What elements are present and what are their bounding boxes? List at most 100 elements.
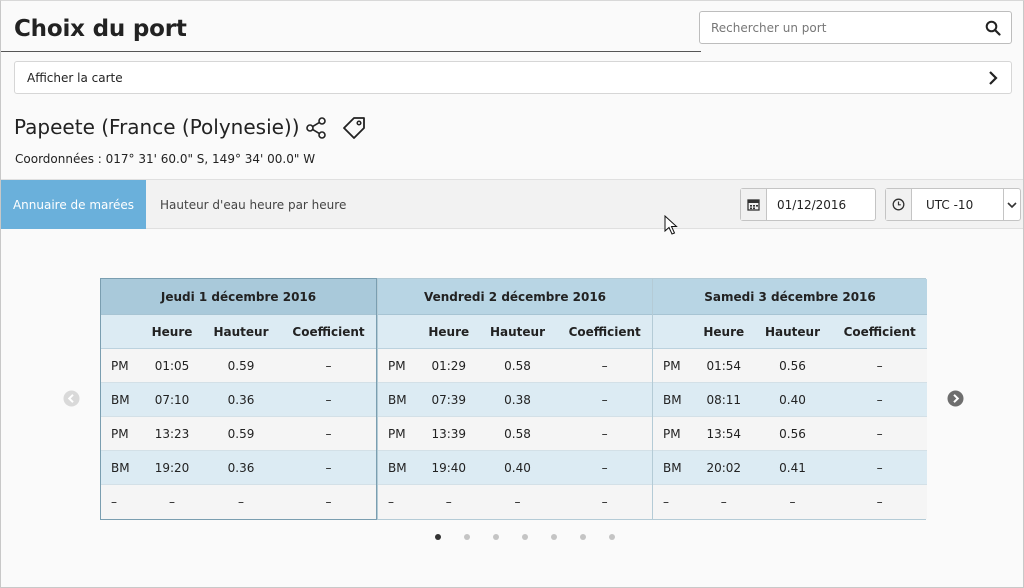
clock-icon-box <box>886 189 912 220</box>
tide-row: PM 01:05 0.59 – <box>101 349 376 383</box>
day-column: Jeudi 1 décembre 2016 Heure Hauteur Coef… <box>100 278 377 520</box>
date-picker[interactable]: 01/12/2016 <box>740 188 876 221</box>
carousel-prev-button[interactable] <box>63 390 80 407</box>
date-field[interactable]: 01/12/2016 <box>767 189 875 220</box>
tide-height: 0.40 <box>504 460 531 475</box>
tide-height: 0.56 <box>779 426 806 441</box>
tide-height: – <box>514 495 521 509</box>
tab-tide-yearbook[interactable]: Annuaire de marées <box>1 180 146 229</box>
tide-height: 0.58 <box>504 358 531 373</box>
tide-coef: – <box>325 426 332 441</box>
tide-time: 20:02 <box>706 460 742 475</box>
tide-row: – – – – <box>378 485 652 519</box>
tide-time: 07:39 <box>431 392 467 407</box>
tide-type: – <box>663 495 669 509</box>
mouse-cursor-icon <box>664 215 678 235</box>
tide-height: 0.59 <box>227 426 255 441</box>
timezone-value[interactable]: UTC -10 <box>912 189 1003 220</box>
pagination-dot[interactable] <box>493 534 499 540</box>
tide-time: – <box>169 495 175 509</box>
col-coef-header: Coefficient <box>843 324 916 339</box>
column-headers: Heure Hauteur Coefficient <box>653 315 927 349</box>
tide-row: BM 08:11 0.40 – <box>653 383 927 417</box>
pagination-dot[interactable] <box>464 534 470 540</box>
col-coef-header: Coefficient <box>568 324 641 339</box>
tide-coef: – <box>601 426 608 441</box>
show-map-toggle[interactable]: Afficher la carte <box>14 61 1012 94</box>
day-header: Vendredi 2 décembre 2016 <box>378 279 652 315</box>
tide-type: BM <box>663 392 682 407</box>
tide-time: 19:20 <box>154 460 190 475</box>
tide-table: Jeudi 1 décembre 2016 Heure Hauteur Coef… <box>100 278 927 520</box>
column-headers: Heure Hauteur Coefficient <box>378 315 652 349</box>
port-name: Papeete (France (Polynesie)) <box>14 115 300 139</box>
col-coef-header: Coefficient <box>292 324 365 339</box>
tide-row: PM 13:54 0.56 – <box>653 417 927 451</box>
tide-row: PM 13:39 0.58 – <box>378 417 652 451</box>
page-frame: Choix du port Afficher la carte Papeete … <box>0 0 1024 588</box>
col-time-header: Heure <box>428 324 470 339</box>
tide-type: BM <box>388 460 407 475</box>
tide-time: 01:29 <box>431 358 467 373</box>
search-icon[interactable] <box>985 20 1001 36</box>
tide-coef: – <box>325 358 332 373</box>
tide-time: 08:11 <box>706 392 742 407</box>
tab-hourly-water-height[interactable]: Hauteur d'eau heure par heure <box>160 180 346 229</box>
column-headers: Heure Hauteur Coefficient <box>101 315 376 349</box>
tide-row: – – – – <box>101 485 376 519</box>
col-height-header: Hauteur <box>489 324 546 339</box>
tide-type: PM <box>111 426 129 441</box>
day-column: Samedi 3 décembre 2016 Heure Hauteur Coe… <box>652 279 927 519</box>
port-coordinates: Coordonnées : 017° 31' 60.0" S, 149° 34'… <box>15 152 316 166</box>
tide-type: BM <box>111 392 130 407</box>
tide-time: 01:54 <box>706 358 742 373</box>
tide-row: BM 19:40 0.40 – <box>378 451 652 485</box>
tide-time: 13:54 <box>706 426 742 441</box>
pagination-dot[interactable] <box>522 534 528 540</box>
tide-row: BM 07:39 0.38 – <box>378 383 652 417</box>
pagination-dot[interactable] <box>435 534 441 540</box>
tide-height: 0.41 <box>779 460 806 475</box>
calendar-icon <box>747 199 760 211</box>
tide-type: – <box>388 495 394 509</box>
tide-coef: – <box>876 426 883 441</box>
title-divider <box>1 51 701 52</box>
tide-time: 19:40 <box>431 460 467 475</box>
col-time-header: Heure <box>703 324 745 339</box>
pagination-dot[interactable] <box>609 534 615 540</box>
day-header: Jeudi 1 décembre 2016 <box>101 279 376 315</box>
col-height-header: Hauteur <box>213 324 269 339</box>
day-header: Samedi 3 décembre 2016 <box>653 279 927 315</box>
timezone-select[interactable]: UTC -10 <box>885 188 1021 221</box>
tide-time: 13:39 <box>431 426 467 441</box>
tide-coef: – <box>325 495 332 509</box>
tide-type: BM <box>663 460 682 475</box>
port-search[interactable] <box>699 11 1012 44</box>
tide-type: BM <box>111 460 130 475</box>
search-input[interactable] <box>700 12 970 43</box>
chevron-down-icon[interactable] <box>1003 189 1020 220</box>
tide-height: 0.38 <box>504 392 531 407</box>
tide-coef: – <box>876 358 883 373</box>
tide-time: – <box>445 495 452 509</box>
calendar-icon-box[interactable] <box>741 189 767 220</box>
tide-height: 0.36 <box>227 460 255 475</box>
tide-coef: – <box>601 358 608 373</box>
tide-type: PM <box>663 426 681 441</box>
tide-coef: – <box>601 495 608 509</box>
pagination-dot[interactable] <box>580 534 586 540</box>
tag-icon[interactable] <box>341 116 367 140</box>
pagination-dot[interactable] <box>551 534 557 540</box>
tide-type: BM <box>388 392 407 407</box>
tide-height: – <box>238 495 244 509</box>
tide-height: 0.56 <box>779 358 806 373</box>
carousel-pagination <box>435 534 638 540</box>
page-title: Choix du port <box>14 16 187 42</box>
share-icon[interactable] <box>304 116 328 140</box>
tide-time: 01:05 <box>154 358 190 373</box>
tide-height: – <box>789 495 796 509</box>
tide-type: PM <box>388 358 406 373</box>
tide-type: – <box>111 495 117 509</box>
carousel-next-button[interactable] <box>947 390 964 407</box>
tide-row: BM 19:20 0.36 – <box>101 451 376 485</box>
